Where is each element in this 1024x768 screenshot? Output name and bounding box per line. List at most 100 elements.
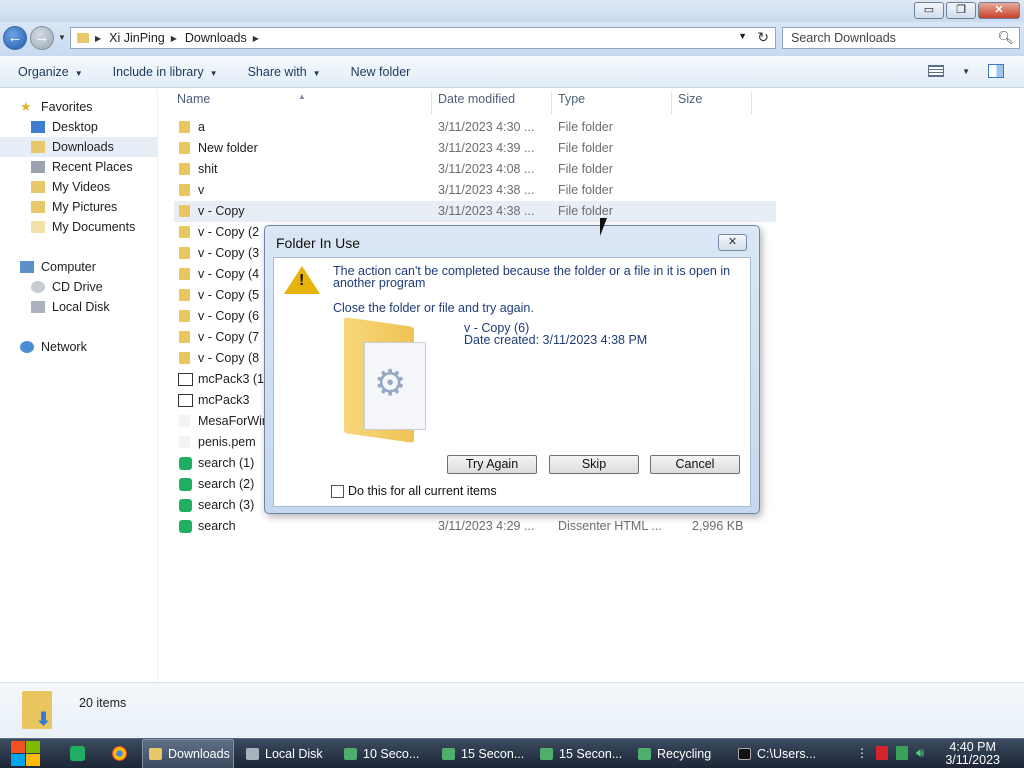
dissenter-icon[interactable]	[70, 746, 85, 761]
file-name: search (1)	[198, 456, 255, 470]
nav-computer[interactable]: Computer	[0, 257, 157, 277]
nav-local-disk[interactable]: Local Disk	[0, 297, 157, 317]
close-button[interactable]: ✕	[978, 2, 1020, 19]
organize-button[interactable]: Organize ▼	[0, 65, 95, 79]
apply-all-checkbox[interactable]: Do this for all current items	[331, 484, 497, 498]
column-name[interactable]: Name	[177, 92, 210, 106]
folder-icon	[179, 184, 190, 196]
address-bar[interactable]: ▶ Xi JinPing ▶ Downloads ▶ ▼ ↻	[70, 27, 776, 49]
file-name: search (3)	[198, 498, 255, 512]
column-size[interactable]: Size	[678, 92, 702, 106]
breadcrumb-downloads[interactable]: Downloads	[185, 31, 247, 45]
nav-downloads[interactable]: Downloads	[0, 137, 157, 157]
file-row[interactable]: a 3/11/2023 4:30 ... File folder	[174, 117, 776, 138]
download-arrow-icon: ⬇	[36, 709, 52, 729]
start-button[interactable]	[10, 740, 42, 768]
column-divider[interactable]	[751, 92, 752, 114]
file-date: 3/11/2023 4:38 ...	[438, 183, 535, 197]
search-input[interactable]: Search Downloads 🔍︎	[782, 27, 1020, 49]
desktop-icon	[31, 121, 45, 133]
preview-pane-icon[interactable]	[988, 64, 1004, 78]
chevron-right-icon[interactable]: ▶	[253, 34, 259, 43]
html-document-icon	[179, 499, 192, 512]
checkbox-box[interactable]	[331, 484, 344, 498]
chevron-down-icon: ▼	[74, 68, 83, 78]
refresh-icon[interactable]: ↻	[757, 29, 769, 46]
documents-icon	[31, 221, 45, 233]
task-downloads[interactable]: Downloads	[142, 739, 234, 768]
task-timer-1[interactable]: 10 Seco...	[338, 739, 432, 768]
nav-my-pictures[interactable]: My Pictures	[0, 197, 157, 217]
column-divider[interactable]	[671, 92, 672, 114]
search-icon[interactable]: 🔍︎	[997, 30, 1014, 46]
file-date: 3/11/2023 4:39 ...	[438, 141, 535, 155]
task-timer-3[interactable]: 15 Secon...	[534, 739, 628, 768]
file-row[interactable]: v - Copy 3/11/2023 4:38 ... File folder	[174, 201, 776, 222]
clock[interactable]: 4:40 PM 3/11/2023	[945, 741, 1000, 767]
recent-pages-dropdown[interactable]: ▼	[58, 33, 66, 42]
maximize-button[interactable]: ❐	[946, 2, 976, 19]
chrome-icon[interactable]	[112, 746, 127, 761]
file-row[interactable]: v 3/11/2023 4:38 ... File folder	[174, 180, 776, 201]
dialog-close-button[interactable]: ✕	[718, 234, 747, 251]
column-date-modified[interactable]: Date modified	[438, 92, 515, 106]
try-again-button[interactable]: Try Again	[447, 455, 537, 474]
chevron-down-icon[interactable]: ▼	[962, 67, 970, 76]
volume-icon[interactable]: 🔊︎	[916, 746, 928, 760]
include-in-library-button[interactable]: Include in library ▼	[95, 65, 230, 79]
nav-cd-drive[interactable]: CD Drive	[0, 277, 157, 297]
file-name: v - Copy (5	[198, 288, 260, 302]
chevron-down-icon: ▼	[209, 68, 218, 78]
chevron-right-icon[interactable]: ▶	[95, 34, 101, 43]
package-icon	[178, 373, 193, 386]
action-center-flag-icon[interactable]	[876, 746, 888, 760]
file-row[interactable]: New folder 3/11/2023 4:39 ... File folder	[174, 138, 776, 159]
title-bar: ▭ ❐ ✕	[0, 0, 1024, 22]
folder-icon	[179, 226, 190, 238]
minimize-button[interactable]: ▭	[914, 2, 944, 19]
nav-my-videos[interactable]: My Videos	[0, 177, 157, 197]
file-date: 3/11/2023 4:38 ...	[438, 204, 535, 218]
local-disk-icon	[31, 301, 45, 313]
overflow-icon[interactable]: ⋮	[856, 746, 868, 760]
chevron-right-icon[interactable]: ▶	[171, 34, 177, 43]
file-name: v - Copy (7	[198, 330, 260, 344]
folder-icon	[77, 33, 89, 43]
nav-favorites[interactable]: ★ Favorites	[0, 97, 157, 117]
column-divider[interactable]	[551, 92, 552, 114]
nav-desktop[interactable]: Desktop	[0, 117, 157, 137]
breadcrumb-user[interactable]: Xi JinPing	[109, 31, 165, 45]
skip-button[interactable]: Skip	[549, 455, 639, 474]
mouse-cursor-icon	[600, 218, 607, 236]
share-with-button[interactable]: Share with ▼	[230, 65, 333, 79]
folder-icon	[179, 268, 190, 280]
task-timer-2[interactable]: 15 Secon...	[436, 739, 530, 768]
chevron-down-icon[interactable]: ▼	[738, 31, 747, 41]
nav-network[interactable]: Network	[0, 337, 157, 357]
network-tray-icon[interactable]	[896, 746, 908, 760]
change-view-icon[interactable]	[928, 65, 945, 77]
folder-icon	[179, 352, 190, 364]
task-local-disk[interactable]: Local Disk	[240, 739, 334, 768]
folder-icon	[179, 310, 190, 322]
back-button[interactable]: ←	[3, 26, 27, 50]
column-divider[interactable]	[431, 92, 432, 114]
task-recycling[interactable]: Recycling	[632, 739, 726, 768]
new-folder-button[interactable]: New folder	[333, 65, 423, 79]
network-icon	[20, 341, 34, 353]
search-placeholder: Search Downloads	[791, 31, 896, 45]
nav-recent-places[interactable]: Recent Places	[0, 157, 157, 177]
forward-button[interactable]: →	[30, 26, 54, 50]
file-name: v - Copy (3	[198, 246, 260, 260]
file-row[interactable]: shit 3/11/2023 4:08 ... File folder	[174, 159, 776, 180]
cancel-button[interactable]: Cancel	[650, 455, 740, 474]
file-name: v - Copy	[198, 204, 245, 218]
nav-my-documents[interactable]: My Documents	[0, 217, 157, 237]
file-row[interactable]: search 3/11/2023 4:29 ... Dissenter HTML .…	[174, 516, 776, 537]
folder-preview-icon: ⚙	[344, 317, 426, 443]
file-name: v	[198, 183, 205, 197]
task-command-prompt[interactable]: C:\Users...	[732, 739, 826, 768]
dialog-instruction: Close the folder or file and try again.	[333, 301, 534, 315]
file-type: Dissenter HTML ...	[558, 519, 662, 533]
column-type[interactable]: Type	[558, 92, 585, 106]
